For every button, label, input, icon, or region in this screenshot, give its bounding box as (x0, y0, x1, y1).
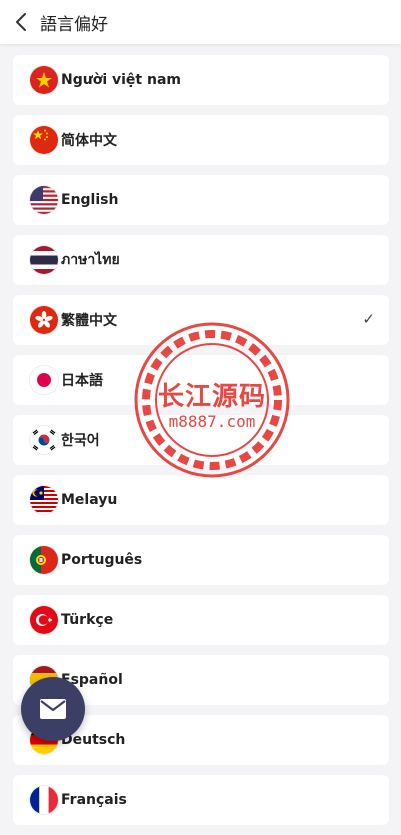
mail-icon (40, 699, 66, 719)
france-flag-icon (30, 786, 58, 814)
language-item-simplified-chinese[interactable]: 简体中文 (13, 115, 389, 165)
language-item-korean[interactable]: 한국어 (13, 415, 389, 465)
vietnam-flag-icon (30, 66, 58, 94)
language-label: Người việt nam (61, 72, 181, 88)
selected-check-icon: ✓ (362, 310, 375, 328)
language-item-traditional-chinese[interactable]: 繁體中文 ✓ (13, 295, 389, 345)
language-item-portuguese[interactable]: Português (13, 535, 389, 585)
turkey-flag-icon (30, 606, 58, 634)
korea-flag-icon (30, 426, 58, 454)
portugal-flag-icon (30, 546, 58, 574)
hong-kong-flag-icon (30, 306, 58, 334)
china-flag-icon (30, 126, 58, 154)
back-button[interactable] (4, 0, 38, 44)
chevron-left-icon (16, 13, 26, 31)
language-label: 简体中文 (61, 133, 117, 149)
language-item-malay[interactable]: Melayu (13, 475, 389, 525)
language-label: Türkçe (61, 612, 114, 628)
language-item-turkish[interactable]: Türkçe (13, 595, 389, 645)
japan-flag-icon (30, 366, 58, 394)
language-item-english[interactable]: English (13, 175, 389, 225)
message-fab-button[interactable] (21, 677, 85, 741)
app-header: 語言偏好 (0, 0, 401, 44)
language-item-french[interactable]: Français (13, 775, 389, 825)
malaysia-flag-icon (30, 486, 58, 514)
language-item-vietnamese[interactable]: Người việt nam (13, 55, 389, 105)
language-label: 繁體中文 (61, 313, 117, 329)
language-label: 日本語 (61, 373, 103, 389)
page-title: 語言偏好 (40, 14, 108, 35)
language-label: Français (61, 792, 127, 808)
language-label: English (61, 192, 119, 208)
thailand-flag-icon (30, 246, 58, 274)
language-label: Melayu (61, 492, 118, 508)
language-item-thai[interactable]: ภาษาไทย (13, 235, 389, 285)
language-label: ภาษาไทย (61, 252, 120, 268)
language-label: 한국어 (61, 433, 100, 449)
language-item-japanese[interactable]: 日本語 (13, 355, 389, 405)
usa-flag-icon (30, 186, 58, 214)
language-label: Português (61, 552, 143, 568)
